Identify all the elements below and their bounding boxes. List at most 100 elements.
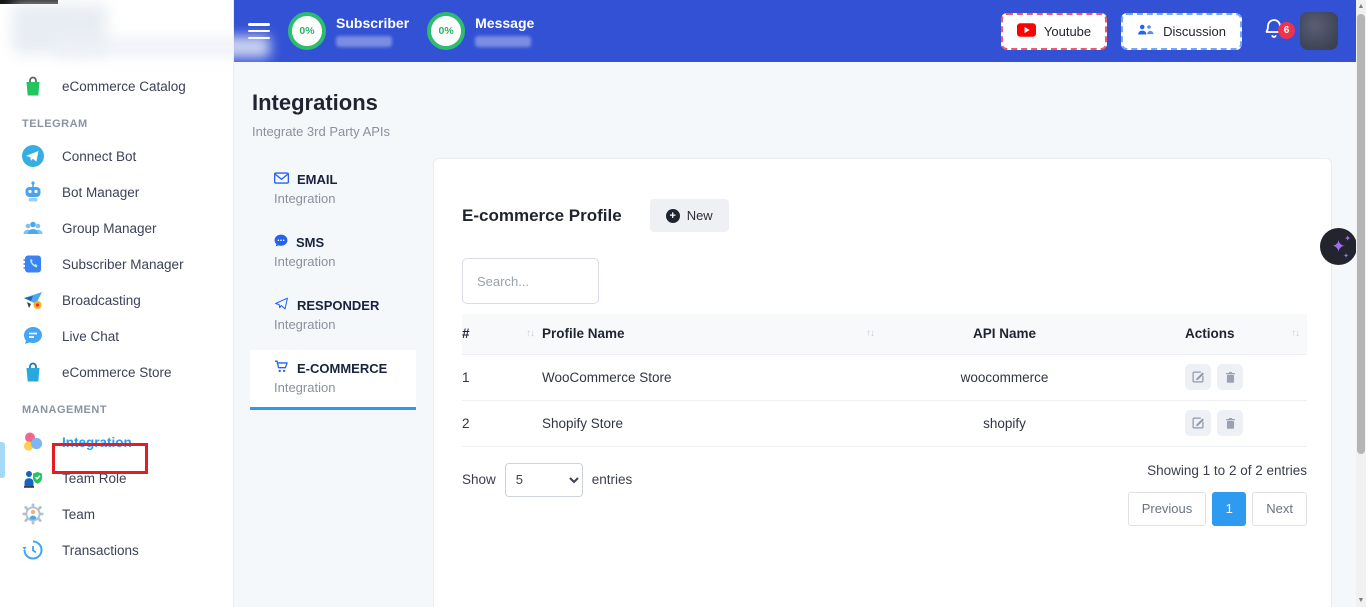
integration-subnav: EMAIL Integration SMS Integration RESPON…	[250, 162, 416, 418]
sparkle-icon: ✦	[1344, 234, 1351, 243]
delete-button[interactable]	[1217, 410, 1243, 436]
api-name-cell: shopify	[882, 400, 1127, 446]
user-avatar[interactable]	[1300, 12, 1338, 50]
edit-button[interactable]	[1185, 364, 1211, 390]
sidebar-item-live-chat[interactable]: Live Chat	[0, 318, 233, 354]
sidebar-item-label: eCommerce Catalog	[62, 79, 186, 94]
ai-assistant-button[interactable]: ✦ ✦ ✦	[1320, 228, 1357, 265]
notification-bell[interactable]: 6	[1262, 17, 1286, 46]
message-progress-ring: 0%	[427, 12, 465, 50]
delete-button[interactable]	[1217, 364, 1243, 390]
subnav-subtitle: Integration	[274, 380, 416, 395]
trash-icon	[1224, 371, 1237, 384]
show-label: Show	[462, 472, 496, 487]
cart-icon	[274, 360, 289, 376]
sidebar-item-team[interactable]: Team	[0, 496, 233, 532]
profiles-table: # Profile Name API Name Actions 1 WooCom…	[462, 314, 1307, 447]
people-group-icon	[21, 216, 45, 240]
main-content: Integrations Integrate 3rd Party APIs EM…	[234, 62, 1356, 607]
history-clock-icon	[21, 538, 45, 562]
sidebar-item-ecommerce-store[interactable]: eCommerce Store	[0, 354, 233, 390]
sidebar-item-label: eCommerce Store	[62, 365, 172, 380]
ecommerce-profile-card: E-commerce Profile + New # Profile Name …	[433, 158, 1332, 607]
sort-icon[interactable]	[526, 328, 534, 339]
youtube-button-label: Youtube	[1044, 24, 1091, 39]
robot-icon	[21, 180, 45, 204]
sidebar-item-ecommerce-catalog[interactable]: eCommerce Catalog	[0, 68, 233, 104]
message-stat: 0% Message	[427, 12, 534, 50]
column-header-api: API Name	[882, 314, 1127, 354]
youtube-icon	[1017, 23, 1036, 40]
sidebar-item-label: Integration	[62, 435, 132, 450]
edit-button[interactable]	[1185, 410, 1211, 436]
table-row: 1 WooCommerce Store woocommerce	[462, 354, 1307, 400]
subscriber-progress-ring: 0%	[288, 12, 326, 50]
subnav-title: RESPONDER	[297, 298, 379, 313]
sidebar-item-integration[interactable]: Integration	[0, 424, 233, 460]
gear-person-icon	[21, 502, 45, 526]
table-summary: Showing 1 to 2 of 2 entries	[1147, 463, 1307, 478]
api-name-cell: woocommerce	[882, 354, 1127, 400]
table-row: 2 Shopify Store shopify	[462, 400, 1307, 446]
sms-bubble-icon	[274, 234, 288, 250]
page-size-select[interactable]: 5	[505, 463, 583, 497]
sort-icon[interactable]	[866, 328, 874, 339]
topbar: 0% Subscriber 0% Message Youtube Discuss…	[234, 0, 1356, 62]
sidebar-item-transactions[interactable]: Transactions	[0, 532, 233, 568]
row-number: 2	[462, 400, 542, 446]
previous-page-button[interactable]: Previous	[1128, 492, 1207, 526]
subnav-subtitle: Integration	[274, 317, 416, 332]
page-scrollbar[interactable]: ▲ ▼	[1356, 0, 1366, 607]
sidebar-item-label: Live Chat	[62, 329, 119, 344]
column-header-num: #	[462, 326, 470, 341]
scrollbar-thumb[interactable]	[1357, 14, 1365, 454]
scrollbar-down-arrow[interactable]: ▼	[1356, 594, 1366, 607]
shopping-bag-green-icon	[21, 74, 45, 98]
subnav-title: EMAIL	[297, 172, 337, 187]
chat-bubble-icon	[21, 324, 45, 348]
page-subtitle: Integrate 3rd Party APIs	[234, 116, 1356, 139]
scrollbar-up-arrow[interactable]: ▲	[1356, 0, 1366, 13]
profile-name-cell: WooCommerce Store	[542, 354, 882, 400]
discussion-button[interactable]: Discussion	[1121, 13, 1242, 50]
sidebar-item-label: Connect Bot	[62, 149, 136, 164]
sidebar-item-subscriber-manager[interactable]: Subscriber Manager	[0, 246, 233, 282]
page-size-control: Show 5 entries	[462, 463, 632, 497]
profile-name-cell: Shopify Store	[542, 400, 882, 446]
new-button-label: New	[687, 208, 713, 223]
sidebar: eCommerce Catalog TELEGRAM Connect Bot B…	[0, 0, 234, 607]
row-number: 1	[462, 354, 542, 400]
sidebar-item-label: Group Manager	[62, 221, 157, 236]
sidebar-item-broadcasting[interactable]: Broadcasting	[0, 282, 233, 318]
pagination: Previous 1 Next	[1128, 492, 1307, 526]
subnav-subtitle: Integration	[274, 254, 416, 269]
subnav-item-email[interactable]: EMAIL Integration	[250, 162, 416, 216]
discussion-button-label: Discussion	[1163, 24, 1226, 39]
notification-count-badge: 6	[1278, 22, 1295, 39]
new-profile-button[interactable]: + New	[650, 199, 729, 232]
column-header-actions: Actions	[1185, 326, 1235, 341]
search-input[interactable]	[462, 258, 599, 304]
subnav-title: SMS	[296, 235, 324, 250]
sort-icon[interactable]	[1291, 328, 1299, 339]
sparkle-icon: ✦	[1343, 252, 1349, 260]
current-page-button[interactable]: 1	[1212, 492, 1246, 526]
next-page-button[interactable]: Next	[1252, 492, 1307, 526]
youtube-button[interactable]: Youtube	[1001, 13, 1107, 50]
subscriber-stat-label: Subscriber	[336, 15, 409, 32]
sidebar-item-connect-bot[interactable]: Connect Bot	[0, 138, 233, 174]
message-stat-redacted-value	[475, 36, 531, 47]
sidebar-item-group-manager[interactable]: Group Manager	[0, 210, 233, 246]
sidebar-item-team-role[interactable]: Team Role	[0, 460, 233, 496]
subnav-title: E-COMMERCE	[297, 361, 387, 376]
subnav-item-responder[interactable]: RESPONDER Integration	[250, 287, 416, 342]
subnav-item-ecommerce[interactable]: E-COMMERCE Integration	[250, 350, 416, 410]
plus-circle-icon: +	[666, 209, 680, 223]
edit-icon	[1191, 370, 1205, 384]
subnav-subtitle: Integration	[274, 191, 416, 206]
column-header-profile: Profile Name	[542, 326, 625, 341]
subnav-item-sms[interactable]: SMS Integration	[250, 224, 416, 279]
sidebar-item-bot-manager[interactable]: Bot Manager	[0, 174, 233, 210]
sidebar-item-label: Broadcasting	[62, 293, 141, 308]
table-header-row: # Profile Name API Name Actions	[462, 314, 1307, 354]
